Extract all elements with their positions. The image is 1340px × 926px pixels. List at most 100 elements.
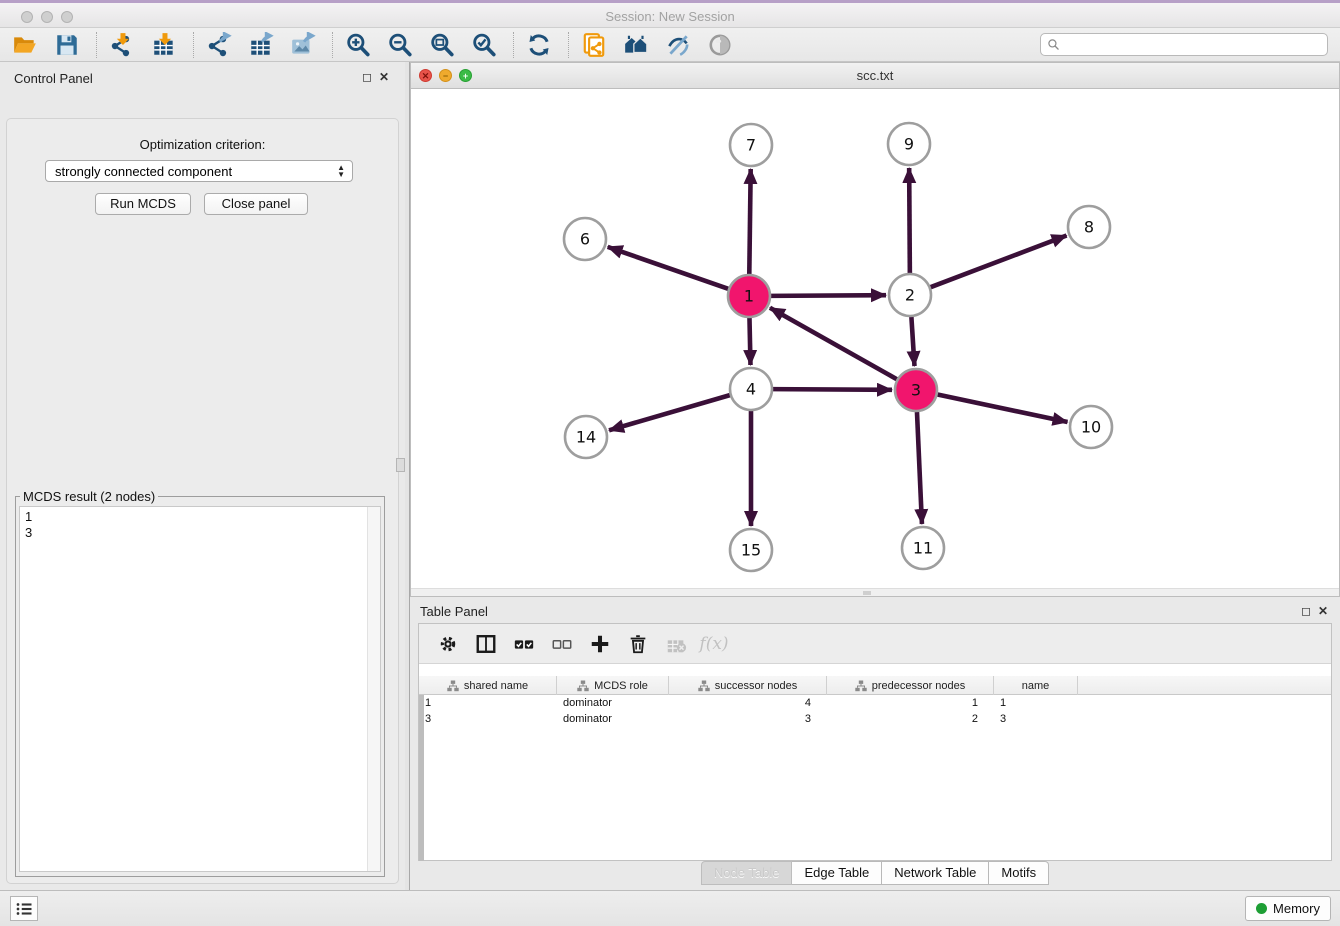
new-network-from-selection-button[interactable] [579, 31, 609, 59]
save-session-icon [54, 32, 80, 58]
graph-edge-1-6[interactable] [608, 247, 729, 289]
memory-button[interactable]: Memory [1245, 896, 1331, 921]
delete-column-icon [627, 633, 649, 655]
refresh-view-button[interactable] [524, 31, 554, 59]
export-table-button[interactable] [246, 31, 276, 59]
task-history-button[interactable] [10, 896, 38, 921]
criterion-value: strongly connected component [55, 164, 232, 179]
open-session-button[interactable] [10, 31, 40, 59]
criterion-select[interactable]: strongly connected component ▲▼ [45, 160, 353, 182]
mcds-result-title: MCDS result (2 nodes) [20, 489, 158, 504]
refresh-view-icon [526, 32, 552, 58]
result-scrollbar[interactable] [367, 507, 380, 871]
network-window-titlebar[interactable]: ✕ − + scc.txt [411, 63, 1339, 89]
graph-node-label-2: 2 [905, 286, 915, 305]
column-header-shared-name[interactable]: shared name [419, 676, 557, 695]
table-panel-tabs: Node TableEdge TableNetwork TableMotifs [410, 861, 1340, 885]
zoom-in-button[interactable] [343, 31, 373, 59]
mcds-panel: Optimization criterion: strongly connect… [6, 118, 399, 884]
network-canvas[interactable]: 1234678910111415 [411, 89, 1339, 589]
table-panel-title: Table Panel [420, 604, 488, 619]
table-toolbar: f(x) [419, 624, 1331, 664]
save-session-button[interactable] [52, 31, 82, 59]
mcds-result-list[interactable]: 13 [19, 506, 381, 872]
cell-shared-name[interactable]: 1 [419, 695, 557, 711]
cell-predecessor-nodes[interactable]: 2 [827, 711, 994, 727]
cell-name[interactable]: 1 [994, 695, 1078, 711]
cell-successor-nodes[interactable]: 4 [669, 695, 827, 711]
import-network-button[interactable] [107, 31, 137, 59]
hide-selected-button[interactable] [663, 31, 693, 59]
cell-predecessor-nodes[interactable]: 1 [827, 695, 994, 711]
graph-edge-3-1[interactable] [770, 308, 897, 379]
mcds-result-item[interactable]: 1 [25, 509, 380, 525]
zoom-fit-content-button[interactable] [427, 31, 457, 59]
delete-column-button[interactable] [623, 630, 653, 658]
graph-edge-2-8[interactable] [931, 236, 1067, 288]
column-header-name[interactable]: name [994, 676, 1078, 695]
graph-node-label-10: 10 [1081, 418, 1101, 437]
search-icon [1047, 38, 1060, 51]
tab-edge-table[interactable]: Edge Table [792, 861, 882, 885]
graph-edge-2-9[interactable] [909, 168, 910, 273]
deselect-all-button[interactable] [547, 630, 577, 658]
tab-motifs[interactable]: Motifs [989, 861, 1049, 885]
column-header-MCDS-role[interactable]: MCDS role [557, 676, 669, 695]
zoom-selected-button[interactable] [469, 31, 499, 59]
search-box[interactable] [1040, 33, 1328, 56]
cell-successor-nodes[interactable]: 3 [669, 711, 827, 727]
export-image-button[interactable] [288, 31, 318, 59]
export-network-button[interactable] [204, 31, 234, 59]
graph-edge-1-4[interactable] [749, 318, 750, 365]
run-mcds-button[interactable]: Run MCDS [95, 193, 191, 215]
memory-status-dot [1256, 903, 1267, 914]
mcds-result-item[interactable]: 3 [25, 525, 380, 541]
graph-edge-1-2[interactable] [771, 295, 886, 296]
cell-shared-name[interactable]: 3 [419, 711, 557, 727]
cell-name[interactable]: 3 [994, 711, 1078, 727]
cell-MCDS-role[interactable]: dominator [557, 711, 669, 727]
graph-edge-4-3[interactable] [773, 389, 892, 390]
network-resize-grip[interactable] [863, 591, 871, 595]
export-table-icon [248, 32, 274, 58]
import-network-icon [109, 32, 135, 58]
close-panel-icon[interactable]: ✕ [377, 70, 391, 84]
function-builder-button: f(x) [699, 630, 729, 658]
graph-edge-3-10[interactable] [938, 395, 1068, 422]
toolbar-separator [513, 32, 514, 58]
cell-MCDS-role[interactable]: dominator [557, 695, 669, 711]
column-header-predecessor-nodes[interactable]: predecessor nodes [827, 676, 994, 695]
zoom-out-button[interactable] [385, 31, 415, 59]
column-tree-icon [577, 680, 589, 692]
table-body: 1dominator4113dominator323 [419, 695, 1331, 727]
show-all-icon [707, 32, 733, 58]
column-header-successor-nodes[interactable]: successor nodes [669, 676, 827, 695]
graph-edge-2-3[interactable] [911, 317, 914, 366]
tab-network-table[interactable]: Network Table [882, 861, 989, 885]
select-all-button[interactable] [509, 630, 539, 658]
network-view-window: ✕ − + scc.txt 1234678910111415 [410, 62, 1340, 597]
table-float-panel-icon[interactable]: ◻ [1299, 604, 1313, 618]
graph-node-label-14: 14 [576, 428, 596, 447]
search-input[interactable] [1065, 38, 1327, 52]
node-table-container: f(x) shared nameMCDS rolesuccessor nodes… [418, 623, 1332, 861]
show-all-button[interactable] [705, 31, 735, 59]
close-panel-button[interactable]: Close panel [204, 193, 308, 215]
float-panel-icon[interactable]: ◻ [360, 70, 374, 84]
graph-edge-4-14[interactable] [609, 395, 730, 430]
graph-node-label-11: 11 [913, 539, 933, 558]
import-table-button[interactable] [149, 31, 179, 59]
graph-edge-3-11[interactable] [917, 412, 922, 524]
table-close-panel-icon[interactable]: ✕ [1316, 604, 1330, 618]
column-tree-icon [855, 680, 867, 692]
tab-node-table[interactable]: Node Table [701, 861, 793, 885]
divider-grip[interactable] [396, 458, 405, 472]
delete-table-icon [665, 633, 687, 655]
graph-edge-1-7[interactable] [749, 169, 750, 274]
toggle-panel-button[interactable] [471, 630, 501, 658]
settings-button[interactable] [433, 630, 463, 658]
add-column-icon [589, 633, 611, 655]
add-column-button[interactable] [585, 630, 615, 658]
graph-node-label-4: 4 [746, 380, 756, 399]
first-neighbors-button[interactable] [621, 31, 651, 59]
